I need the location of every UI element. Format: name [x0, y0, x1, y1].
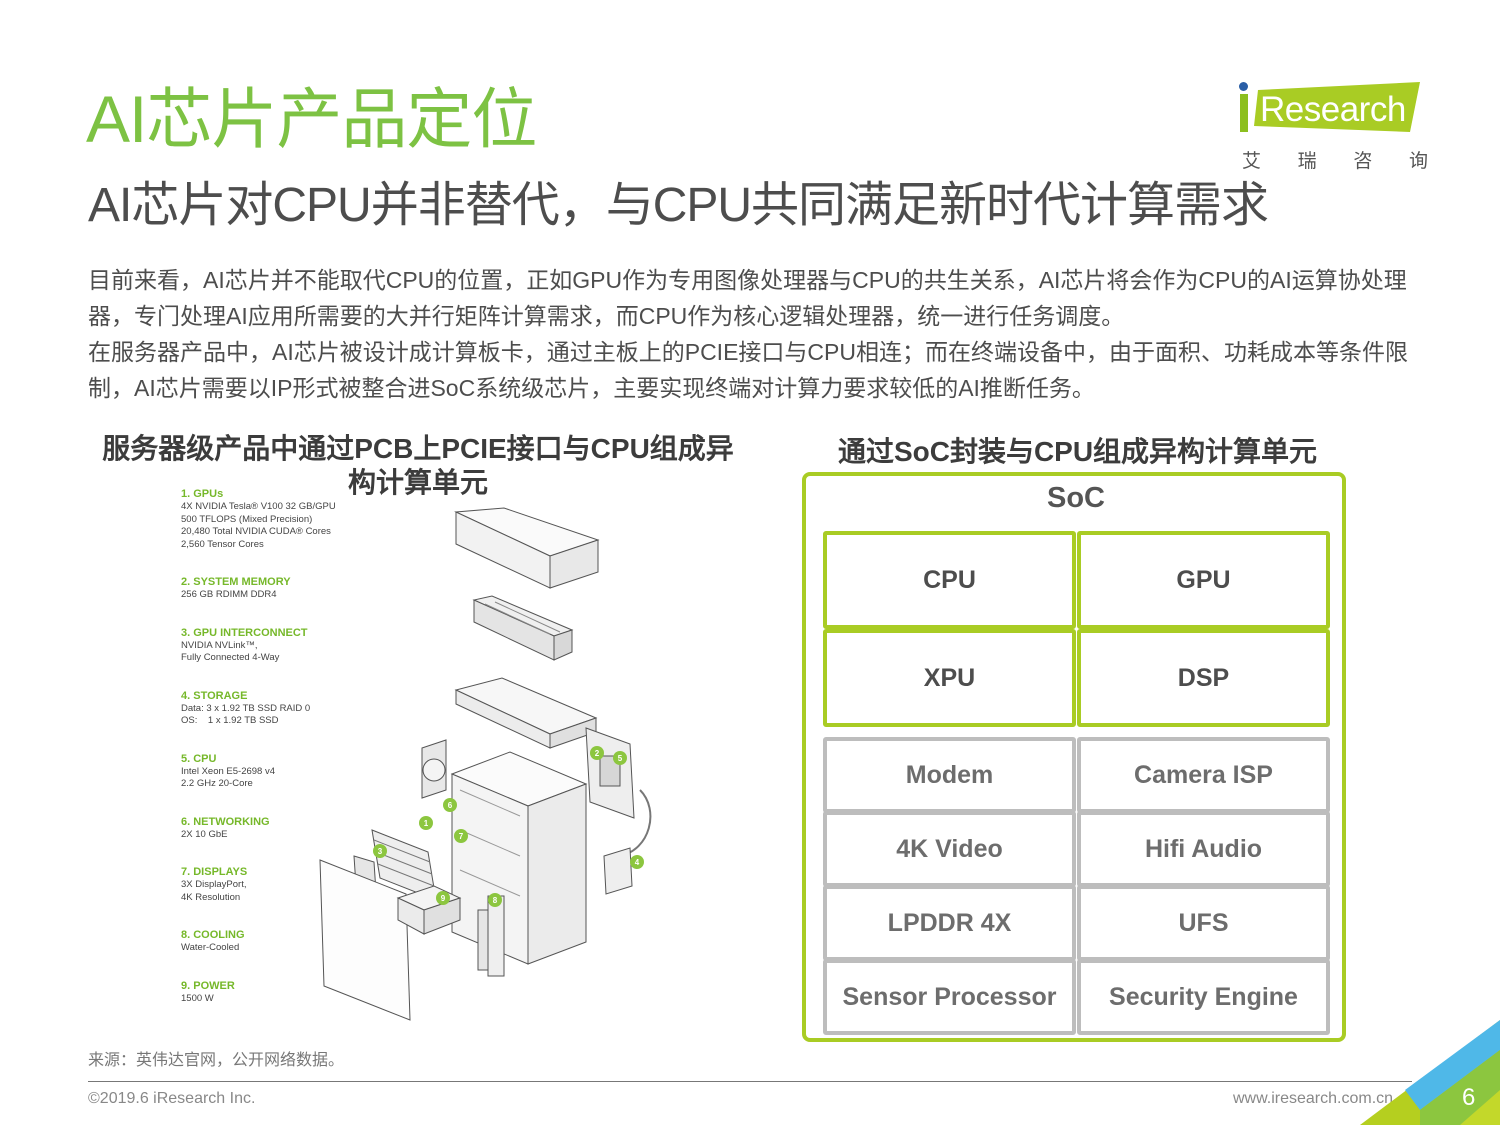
svg-text:8: 8: [493, 896, 498, 905]
logo-i-stem: [1240, 94, 1248, 132]
soc-unit-ufs: UFS: [1077, 885, 1330, 961]
page-title: AI芯片产品定位: [86, 82, 537, 156]
fan-shape: [421, 739, 447, 799]
soc-unit-4k-video: 4K Video: [823, 811, 1076, 887]
svg-text:7: 7: [459, 832, 464, 841]
svg-text:9: 9: [441, 894, 446, 903]
callout-3: 3: [373, 844, 387, 858]
top-cover-shape: [454, 507, 600, 589]
svg-text:2: 2: [595, 749, 600, 758]
soc-unit-gpu: GPU: [1077, 531, 1330, 629]
svg-text:6: 6: [448, 801, 453, 810]
logo-chinese-name: 艾 瑞 咨 询: [1242, 146, 1428, 173]
footer-divider: [88, 1081, 1412, 1082]
logo-cn-char: 咨: [1353, 151, 1373, 172]
cooling-block-shape: [472, 595, 574, 661]
soc-unit-hifi-audio: Hifi Audio: [1077, 811, 1330, 887]
callout-6: 6: [443, 798, 457, 812]
page-subtitle: AI芯片对CPU并非替代，与CPU共同满足新时代计算需求: [88, 179, 1269, 232]
corner-decoration: [1360, 1020, 1500, 1125]
soc-label: SoC: [1047, 482, 1105, 514]
callout-7: 7: [454, 829, 468, 843]
callout-5: 5: [613, 751, 627, 765]
motherboard-shape: [585, 727, 635, 819]
callout-9: 9: [436, 891, 450, 905]
callout-8: 8: [488, 893, 502, 907]
tray-shape: [454, 677, 598, 749]
dgx-station-exploded-illustration: 1 2 3 4 5 6 7 8 9: [319, 507, 652, 1021]
logo-cn-char: 艾: [1242, 151, 1262, 172]
chassis-shape: [450, 751, 588, 965]
soc-unit-dsp: DSP: [1077, 629, 1330, 727]
logo-brand-text: Research: [1260, 90, 1406, 129]
svg-text:1: 1: [424, 819, 429, 828]
soc-unit-lpddr4x: LPDDR 4X: [823, 885, 1076, 961]
copyright: ©2019.6 iResearch Inc.: [88, 1090, 256, 1107]
logo-dot-icon: [1239, 82, 1248, 91]
soc-unit-xpu: XPU: [823, 629, 1076, 727]
iresearch-logo: Research 艾 瑞 咨 询: [1238, 80, 1428, 173]
soc-section-heading: 通过SoC封装与CPU组成异构计算单元: [837, 436, 1318, 467]
callout-2: 2: [590, 746, 604, 760]
intro-paragraph: 在服务器产品中，AI芯片被设计成计算板卡，通过主板上的PCIE接口与CPU相连；…: [88, 339, 1408, 401]
logo-cn-char: 询: [1408, 151, 1428, 172]
soc-unit-cpu: CPU: [823, 531, 1076, 629]
intro-text: 目前来看，AI芯片并不能取代CPU的位置，正如GPU作为专用图像处理器与CPU的…: [88, 262, 1428, 406]
soc-unit-camera-isp: Camera ISP: [1077, 737, 1330, 813]
soc-unit-modem: Modem: [823, 737, 1076, 813]
page-number: 6: [1462, 1084, 1476, 1111]
source-note: 来源：英伟达官网，公开网络数据。: [88, 1052, 345, 1069]
svg-text:5: 5: [618, 754, 623, 763]
svg-text:3: 3: [378, 847, 383, 856]
logo-cn-char: 瑞: [1297, 151, 1317, 172]
soc-unit-sensor-processor: Sensor Processor: [823, 959, 1076, 1035]
callout-4: 4: [630, 855, 644, 869]
intro-paragraph: 目前来看，AI芯片并不能取代CPU的位置，正如GPU作为专用图像处理器与CPU的…: [88, 267, 1407, 329]
callout-1: 1: [419, 816, 433, 830]
svg-text:4: 4: [635, 858, 640, 867]
soc-unit-security-engine: Security Engine: [1077, 959, 1330, 1035]
